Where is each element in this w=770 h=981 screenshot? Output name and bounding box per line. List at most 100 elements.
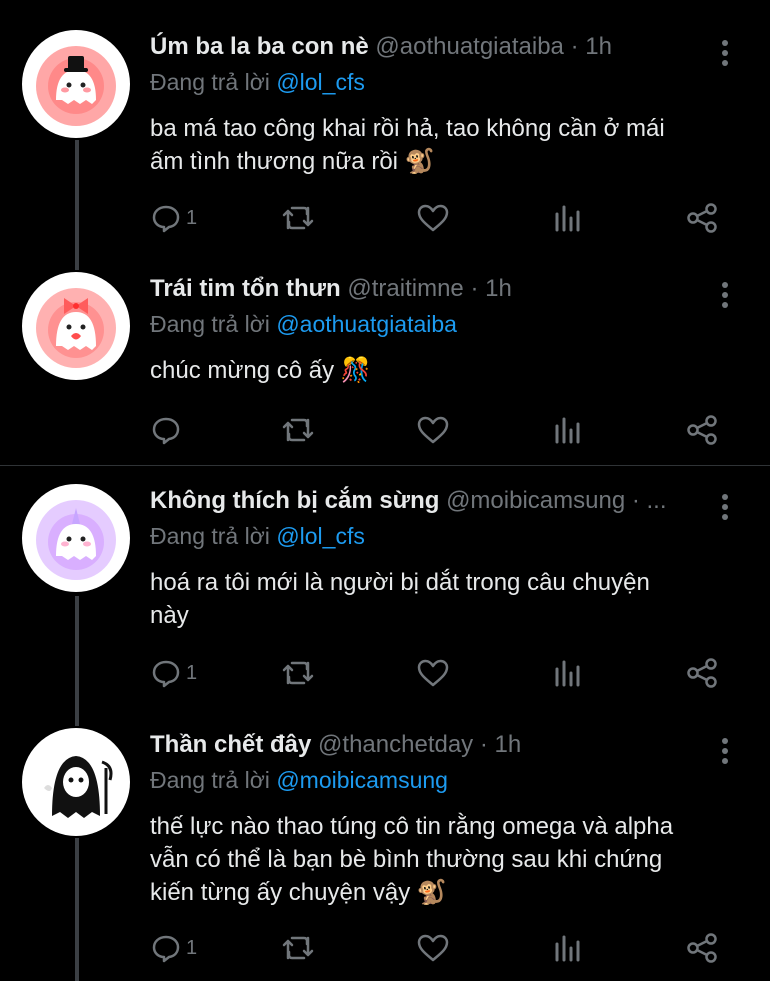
like-button[interactable] [416, 198, 450, 238]
like-icon [416, 657, 450, 689]
reply-icon [150, 202, 182, 234]
like-button[interactable] [416, 410, 450, 450]
display-name[interactable]: Trái tim tổn thưn [150, 275, 341, 302]
share-icon [685, 657, 719, 689]
reply-prefix: Đang trả lời [150, 69, 270, 95]
confetti-emoji: 🎊 [340, 356, 371, 384]
tweet-text-line: ba má tao công khai rồi hả, tao không cầ… [150, 115, 665, 142]
like-icon [416, 202, 450, 234]
timestamp[interactable]: · 1h [480, 731, 521, 758]
tweet-text-line: chúc mừng cô ấy [150, 357, 335, 384]
reply-prefix: Đang trả lời [150, 311, 270, 337]
avatar[interactable] [22, 30, 130, 138]
reply-count: 1 [186, 206, 198, 229]
reply-icon [150, 657, 182, 689]
retweet-icon [280, 932, 316, 964]
retweet-button[interactable] [280, 198, 316, 238]
reply-count: 1 [186, 936, 198, 959]
action-bar: 1 [150, 653, 750, 693]
share-button[interactable] [685, 653, 719, 693]
monkey-emoji: 🐒 [416, 878, 447, 906]
timestamp[interactable]: · 1h [470, 275, 511, 302]
more-options-icon[interactable] [713, 278, 737, 312]
avatar[interactable] [22, 272, 130, 380]
reply-icon [150, 932, 182, 964]
more-options-icon[interactable] [713, 490, 737, 524]
tweet-header: Thần chết đây @thanchetday · 1h [150, 728, 700, 762]
tweet-text-line: ấm tình thương nữa rồi [150, 148, 398, 175]
tweet-text: hoá ra tôi mới là người bị dắt trong câu… [150, 566, 750, 632]
tweet-text: chúc mừng cô ấy 🎊 [150, 354, 750, 387]
share-button[interactable] [685, 928, 719, 968]
tweet-text-line: thế lực nào thao túng cô tin rằng omega … [150, 813, 674, 840]
avatar[interactable] [22, 484, 130, 592]
share-button[interactable] [685, 410, 719, 450]
reply-count: 1 [186, 661, 198, 684]
reply-to-link[interactable]: @lol_cfs [276, 523, 365, 549]
monkey-emoji: 🐒 [404, 147, 435, 175]
reply-button[interactable]: 1 [150, 928, 197, 968]
display-name[interactable]: Không thích bị cắm sừng [150, 487, 439, 514]
like-button[interactable] [416, 653, 450, 693]
tweet-text: thế lực nào thao túng cô tin rằng omega … [150, 810, 750, 909]
analytics-button[interactable] [552, 410, 582, 450]
reply-button[interactable]: 1 [150, 198, 197, 238]
user-handle[interactable]: @traitimne [347, 275, 463, 302]
analytics-icon [552, 657, 582, 689]
action-bar: 1 [150, 928, 750, 968]
reply-to-link[interactable]: @aothuatgiataiba [276, 311, 457, 337]
share-button[interactable] [685, 198, 719, 238]
reply-context: Đang trả lời @lol_cfs [150, 66, 365, 98]
share-icon [685, 414, 719, 446]
more-options-icon[interactable] [713, 734, 737, 768]
user-handle[interactable]: @thanchetday [318, 731, 473, 758]
display-name[interactable]: Thần chết đây [150, 731, 311, 758]
more-options-icon[interactable] [713, 36, 737, 70]
reply-context: Đang trả lời @aothuatgiataiba [150, 308, 457, 340]
retweet-icon [280, 657, 316, 689]
analytics-icon [552, 932, 582, 964]
reply-to-link[interactable]: @moibicamsung [276, 767, 448, 793]
reply-context: Đang trả lời @moibicamsung [150, 764, 448, 796]
grim-reaper-avatar-icon [44, 756, 113, 818]
tweet-header: Không thích bị cắm sừng @moibicamsung · … [150, 484, 700, 518]
reply-icon [150, 414, 182, 446]
retweet-button[interactable] [280, 653, 316, 693]
avatar[interactable] [22, 728, 130, 836]
share-icon [685, 932, 719, 964]
tweet-text-line: kiến từng ấy chuyện vậy [150, 879, 411, 906]
divider [0, 465, 770, 466]
user-handle[interactable]: @moibicamsung · ... [446, 487, 666, 514]
reply-button[interactable]: 1 [150, 653, 197, 693]
analytics-icon [552, 202, 582, 234]
ghost-hat-avatar-icon [36, 46, 116, 126]
share-icon [685, 202, 719, 234]
tweet-text-line: vẫn có thể là bạn bè bình thường sau khi… [150, 846, 663, 873]
analytics-button[interactable] [552, 928, 582, 968]
tweet-text: ba má tao công khai rồi hả, tao không cầ… [150, 112, 750, 178]
retweet-button[interactable] [280, 928, 316, 968]
reply-button[interactable] [150, 410, 182, 450]
reply-context: Đang trả lời @lol_cfs [150, 520, 365, 552]
timestamp[interactable]: · 1h [571, 33, 612, 60]
tweet-text-line: này [150, 602, 189, 629]
user-handle[interactable]: @aothuatgiataiba [375, 33, 564, 60]
retweet-icon [280, 202, 316, 234]
tweet-text-line: hoá ra tôi mới là người bị dắt trong câu… [150, 569, 650, 596]
reply-to-link[interactable]: @lol_cfs [276, 69, 365, 95]
ghost-unicorn-avatar-icon [36, 500, 116, 580]
tweet-header: Trái tim tổn thưn @traitimne · 1h [150, 272, 700, 306]
retweet-icon [280, 414, 316, 446]
reply-prefix: Đang trả lời [150, 523, 270, 549]
like-button[interactable] [416, 928, 450, 968]
analytics-icon [552, 414, 582, 446]
retweet-button[interactable] [280, 410, 316, 450]
analytics-button[interactable] [552, 653, 582, 693]
analytics-button[interactable] [552, 198, 582, 238]
action-bar [150, 410, 750, 450]
like-icon [416, 932, 450, 964]
like-icon [416, 414, 450, 446]
display-name[interactable]: Úm ba la ba con nè [150, 33, 369, 60]
ghost-bow-avatar-icon [36, 288, 116, 368]
tweet-header: Úm ba la ba con nè @aothuatgiataiba · 1h [150, 30, 700, 64]
